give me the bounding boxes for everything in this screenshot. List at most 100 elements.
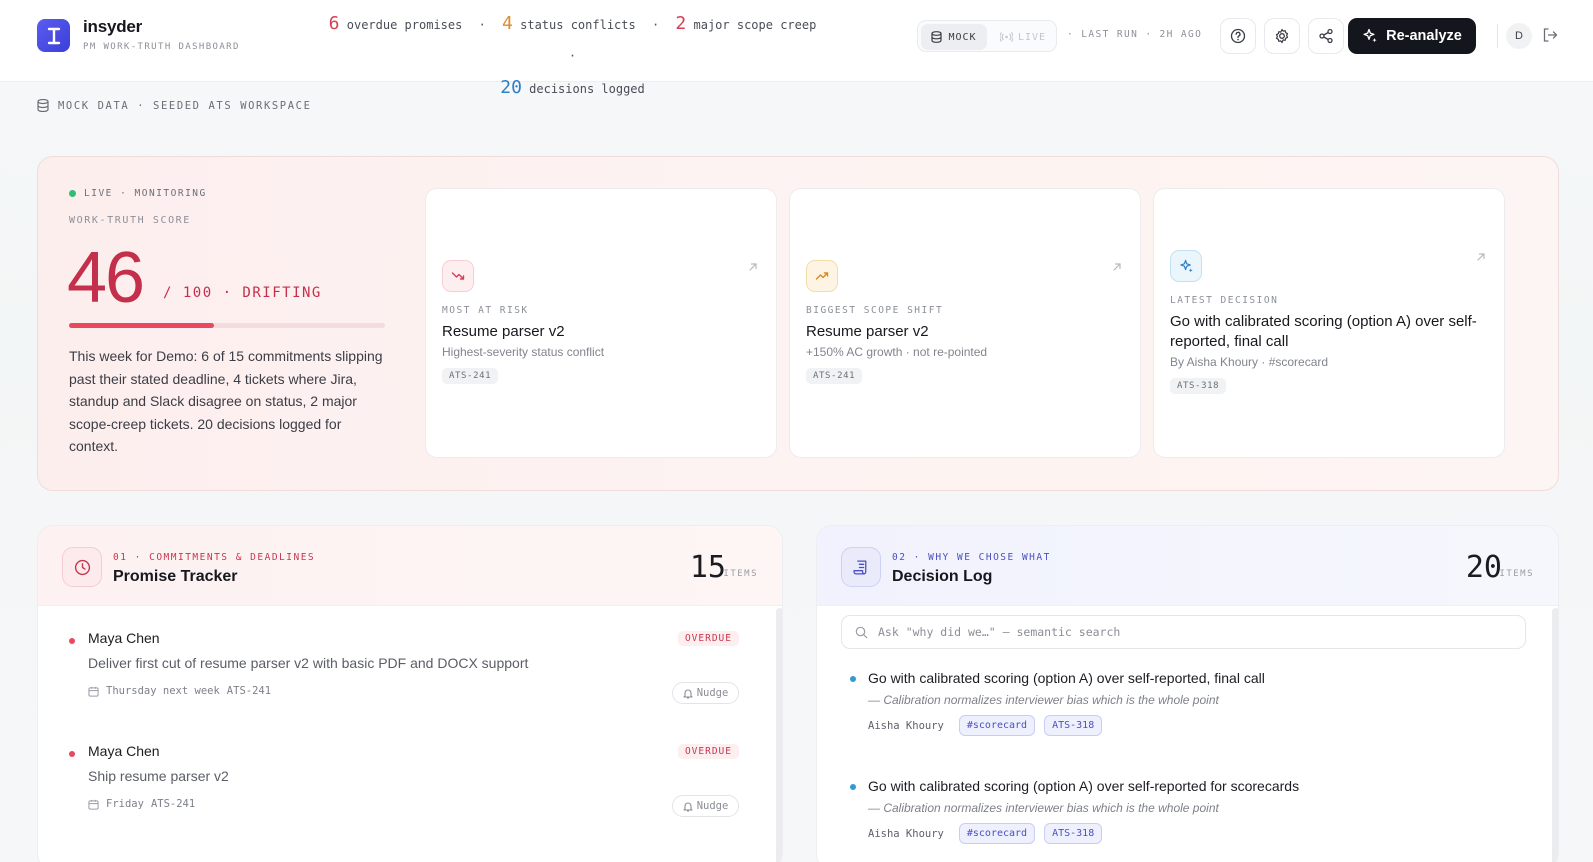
database-icon <box>931 31 943 43</box>
decision-title: Go with calibrated scoring (option A) ov… <box>868 778 1300 794</box>
separator: · <box>568 49 577 63</box>
panel-eyebrow: 02 · WHY WE CHOSE WHAT <box>892 552 1051 563</box>
decision-title: Go with calibrated scoring (option A) ov… <box>868 670 1265 686</box>
search-icon <box>855 626 868 638</box>
panel-title: Promise Tracker <box>113 568 238 585</box>
gear-icon <box>1275 28 1289 44</box>
sparkle-icon <box>1363 28 1377 43</box>
scope-label: major scope creep <box>693 18 817 32</box>
scrollbar[interactable] <box>776 608 782 862</box>
data-source-label: MOCK DATA · SEEDED ATS WORKSPACE <box>58 99 312 112</box>
decision-reason: — Calibration normalizes interviewer bia… <box>868 693 1219 707</box>
app-logo-icon[interactable] <box>37 19 70 52</box>
logout-button[interactable] <box>1541 26 1559 49</box>
calendar-icon <box>88 686 99 697</box>
item-meta: Friday ATS-241 <box>88 798 195 810</box>
nudge-label: Nudge <box>696 687 729 699</box>
item-count-label: ITEMS <box>1499 569 1534 579</box>
summary-stats: 6 overdue promises · 4 status conflicts … <box>320 8 825 105</box>
separator: · <box>478 18 486 32</box>
ticket-tag[interactable]: ATS-241 <box>442 368 499 384</box>
database-icon <box>37 99 49 112</box>
decision-reason: — Calibration normalizes interviewer bia… <box>868 801 1219 815</box>
decision-meta: Aisha Khoury #scorecard ATS-318 <box>868 715 1103 736</box>
search-input[interactable] <box>878 625 1498 639</box>
trending-up-icon <box>806 260 838 292</box>
status-badge: OVERDUE <box>677 631 739 646</box>
ticket-tag[interactable]: ATS-318 <box>1044 715 1103 736</box>
live-status-dot <box>69 190 76 197</box>
nudge-button[interactable]: Nudge <box>672 795 739 817</box>
owner-name: Maya Chen <box>88 630 160 646</box>
panel-header: 02 · WHY WE CHOSE WHAT Decision Log 20 I… <box>817 526 1558 606</box>
ticket-tag[interactable]: ATS-318 <box>1170 378 1227 394</box>
due-date: Friday <box>106 798 144 810</box>
item-meta: Thursday next week ATS-241 <box>88 685 271 697</box>
biggest-scope-shift-card[interactable]: BIGGEST SCOPE SHIFT Resume parser v2 +15… <box>789 188 1141 458</box>
card-eyebrow: MOST AT RISK <box>442 305 529 316</box>
top-header: insyder PM WORK-TRUTH DASHBOARD 6 overdu… <box>0 0 1593 98</box>
header-divider <box>1497 24 1498 48</box>
live-monitoring-label: LIVE · MONITORING <box>84 188 207 199</box>
settings-button[interactable] <box>1264 18 1300 54</box>
work-truth-score: 46 <box>67 238 145 318</box>
calendar-icon <box>88 799 99 810</box>
decisions-count: 20 <box>500 77 522 98</box>
bell-icon <box>683 689 693 699</box>
arrow-up-right-icon <box>1113 263 1121 271</box>
live-monitoring-status: LIVE · MONITORING <box>69 188 207 199</box>
bell-icon <box>683 802 693 812</box>
status-badge: OVERDUE <box>677 744 739 759</box>
sparkle-icon <box>1170 250 1202 282</box>
channel-tag[interactable]: #scorecard <box>958 823 1036 844</box>
reanalyze-button[interactable]: Re-analyze <box>1348 18 1476 54</box>
decision-owner: Aisha Khoury <box>868 719 944 732</box>
item-count: 15 <box>689 550 726 585</box>
scrollbar[interactable] <box>1552 608 1558 862</box>
conflicts-label: status conflicts <box>520 18 636 32</box>
channel-tag[interactable]: #scorecard <box>958 715 1036 736</box>
nudge-button[interactable]: Nudge <box>672 682 739 704</box>
decision-dot <box>850 676 856 682</box>
card-subtitle: Highest-severity status conflict <box>442 345 605 359</box>
commitment-text: Ship resume parser v2 <box>88 768 229 784</box>
ticket-id[interactable]: ATS-241 <box>151 798 195 810</box>
help-button[interactable] <box>1220 18 1256 54</box>
scope-count: 2 <box>675 13 687 34</box>
data-mode-toggle: MOCK LIVE <box>917 20 1057 52</box>
user-avatar[interactable]: D <box>1506 23 1532 49</box>
share-button[interactable] <box>1308 18 1344 54</box>
score-progress-bar <box>69 323 385 328</box>
card-title: Go with calibrated scoring (option A) ov… <box>1170 313 1477 350</box>
most-at-risk-card[interactable]: MOST AT RISK Resume parser v2 Highest-se… <box>425 188 777 458</box>
item-count-label: ITEMS <box>723 569 758 579</box>
broadcast-icon <box>999 32 1013 42</box>
decision-meta: Aisha Khoury #scorecard ATS-318 <box>868 823 1103 844</box>
card-subtitle: +150% AC growth · not re-pointed <box>806 345 988 359</box>
reanalyze-label: Re-analyze <box>1386 28 1462 44</box>
live-mode-button[interactable]: LIVE <box>992 24 1054 50</box>
trending-down-icon <box>442 260 474 292</box>
arrow-up-right-icon <box>1477 253 1485 261</box>
panel-title: Decision Log <box>892 568 993 585</box>
ticket-id[interactable]: ATS-241 <box>227 685 271 697</box>
ticket-tag[interactable]: ATS-318 <box>1044 823 1103 844</box>
card-title: Resume parser v2 <box>442 323 565 340</box>
latest-decision-card[interactable]: LATEST DECISION Go with calibrated scori… <box>1153 188 1505 458</box>
conflicts-count: 4 <box>502 13 513 34</box>
ticket-tag[interactable]: ATS-241 <box>806 368 863 384</box>
card-subtitle: By Aisha Khoury · #scorecard <box>1170 355 1329 369</box>
brand-subtitle: PM WORK-TRUTH DASHBOARD <box>83 42 240 52</box>
help-icon <box>1230 28 1246 44</box>
score-label: WORK-TRUTH SCORE <box>69 215 191 226</box>
panel-eyebrow: 01 · COMMITMENTS & DEADLINES <box>113 552 316 563</box>
due-date: Thursday next week <box>106 685 220 697</box>
status-dot <box>69 751 75 757</box>
mock-mode-button[interactable]: MOCK <box>921 24 987 50</box>
card-eyebrow: BIGGEST SCOPE SHIFT <box>806 305 944 316</box>
decisions-label: decisions logged <box>529 82 645 96</box>
hero-description: This week for Demo: 6 of 15 commitments … <box>69 348 383 454</box>
arrow-up-right-icon <box>749 263 757 271</box>
scroll-icon <box>841 547 881 587</box>
overdue-label: overdue promises <box>346 18 463 32</box>
